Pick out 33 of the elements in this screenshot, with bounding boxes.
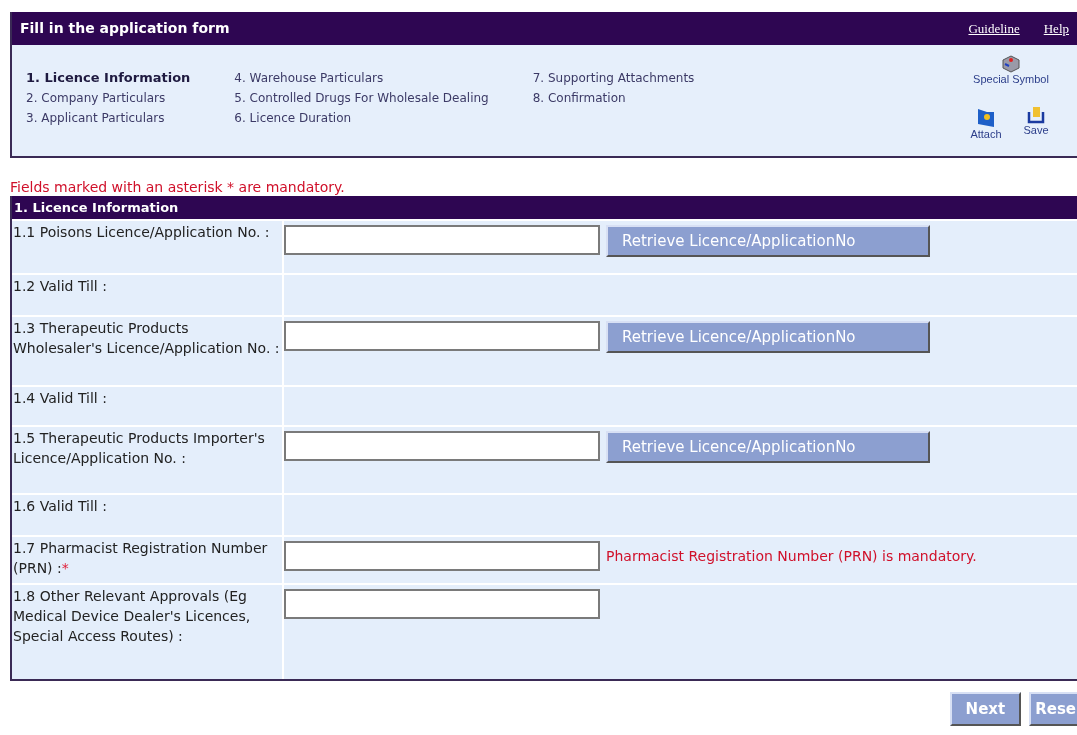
tool-link[interactable]: Special Symbol (973, 73, 1049, 85)
header-link[interactable]: Guideline (968, 18, 1020, 39)
text-input[interactable] (284, 541, 600, 571)
text-input[interactable] (284, 225, 600, 255)
step-link[interactable]: 5. Controlled Drugs For Wholesale Dealing (234, 89, 533, 107)
field-label: 1.1 Poisons Licence/Application No. : (12, 221, 282, 273)
text-input[interactable] (284, 321, 600, 351)
field-label: 1.4 Valid Till : (12, 387, 282, 425)
form-title: Fill in the application form (20, 19, 230, 38)
field-label: 1.5 Therapeutic Products Importer's Licence/Application No. : (12, 427, 282, 493)
mandatory-note: Fields marked with an asterisk * are mandatory. (10, 178, 346, 196)
required-asterisk: * (61, 560, 69, 576)
step-link[interactable]: 2. Company Particulars (26, 89, 235, 107)
header-link[interactable]: Help (1043, 18, 1069, 39)
error-message: Pharmacist Registration Number (PRN) is mandatory. (606, 547, 977, 566)
tool-link[interactable]: Attach (970, 127, 1002, 140)
text-input[interactable] (284, 589, 600, 619)
step-link[interactable]: 7. Supporting Attachments (532, 69, 695, 87)
tool-link[interactable]: Save (1023, 123, 1049, 136)
step-link[interactable]: 8. Confirmation (532, 89, 695, 107)
text-input[interactable] (284, 431, 600, 461)
section-title: 1. Licence Information (14, 198, 179, 217)
save-icon[interactable] (1027, 105, 1045, 124)
field-label: 1.3 Therapeutic Products Wholesaler's Licence/Application No. : (12, 317, 282, 385)
step-link[interactable]: 4. Warehouse Particulars (234, 69, 533, 87)
step-link[interactable]: 3. Applicant Particulars (26, 109, 235, 127)
field-label: 1.6 Valid Till : (12, 495, 282, 535)
cube-icon[interactable] (1001, 55, 1021, 73)
step-link[interactable]: 1. Licence Information (26, 69, 235, 87)
field-label: 1.8 Other Relevant Approvals (Eg Medical Device Dealer's Licences, Special Access Routes) : (12, 585, 282, 679)
step-link[interactable]: 6. Licence Duration (234, 109, 533, 127)
field-label: 1.7 Pharmacist Registration Number (PRN) :* (12, 537, 282, 583)
field-label: 1.2 Valid Till : (12, 275, 282, 315)
